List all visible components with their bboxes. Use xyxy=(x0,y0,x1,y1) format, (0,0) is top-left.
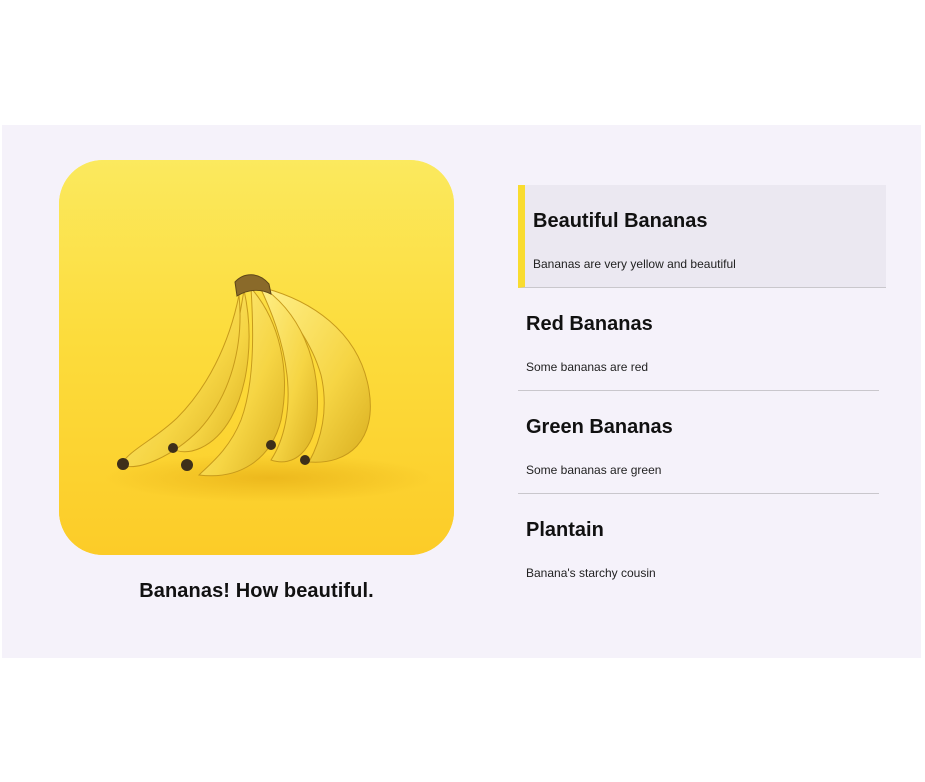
banana-image xyxy=(59,160,454,555)
list-item-green-bananas[interactable]: Green Bananas Some bananas are green xyxy=(518,391,879,494)
list-item-description: Banana's starchy cousin xyxy=(526,566,656,580)
content-panel: Bananas! How beautiful. Beautiful Banana… xyxy=(2,125,921,658)
list-item-title: Plantain xyxy=(526,519,604,541)
list-item-plantain[interactable]: Plantain Banana's starchy cousin xyxy=(518,494,879,597)
banana-list: Beautiful Bananas Bananas are very yello… xyxy=(518,185,886,597)
list-item-title: Beautiful Bananas xyxy=(533,210,708,232)
list-item-red-bananas[interactable]: Red Bananas Some bananas are red xyxy=(518,288,879,391)
list-item-title: Red Bananas xyxy=(526,313,653,335)
list-item-title: Green Bananas xyxy=(526,416,673,438)
list-item-description: Some bananas are green xyxy=(526,463,662,477)
list-item-beautiful-bananas[interactable]: Beautiful Bananas Bananas are very yello… xyxy=(518,185,886,288)
image-caption: Bananas! How beautiful. xyxy=(139,580,374,602)
list-item-description: Some bananas are red xyxy=(526,360,649,374)
list-item-description: Bananas are very yellow and beautiful xyxy=(533,257,736,271)
